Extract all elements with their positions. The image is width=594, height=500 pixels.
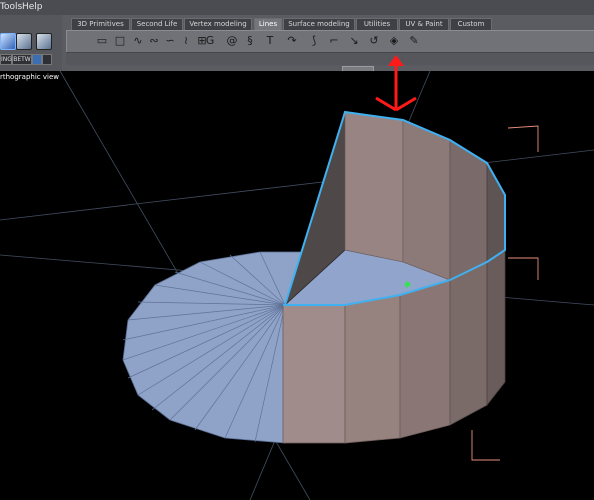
viewport-scene — [0, 55, 594, 500]
red-double-arrow — [375, 55, 417, 112]
